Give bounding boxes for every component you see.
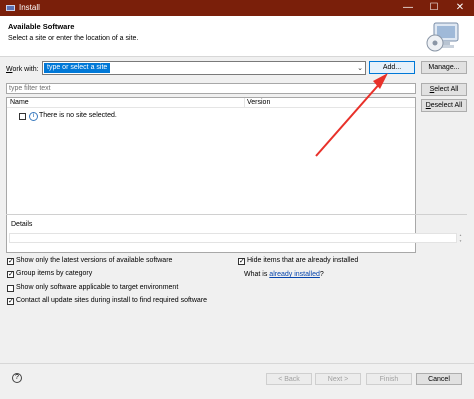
annotation-arrow xyxy=(315,73,388,157)
